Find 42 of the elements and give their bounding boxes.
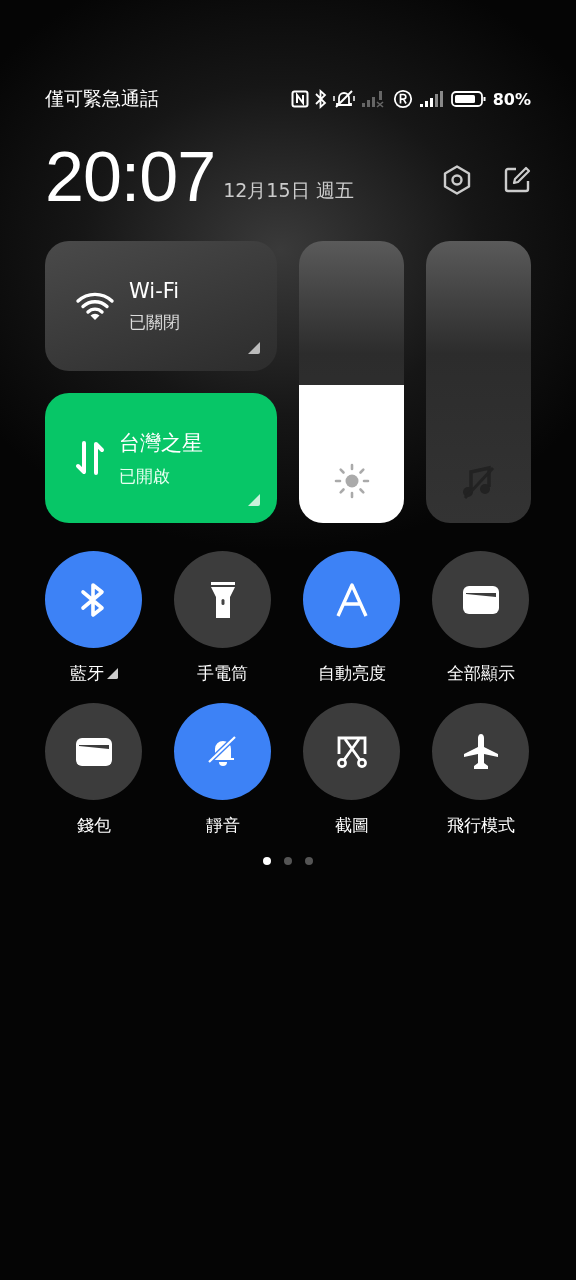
toggle-label: 自動亮度	[317, 662, 386, 685]
edit-icon[interactable]	[503, 166, 531, 194]
signal-icon	[418, 90, 445, 108]
page-dot[interactable]	[284, 857, 292, 865]
expand-corner-icon	[248, 342, 260, 354]
date-text: 12月15日 週五	[223, 178, 354, 203]
toggle-tile[interactable]: Wi-Fi 已關閉	[45, 241, 277, 371]
page-dot[interactable]	[263, 857, 271, 865]
slider-track[interactable]	[426, 241, 531, 523]
nfc-icon	[290, 90, 309, 108]
toggle-label: 手電筒	[197, 662, 248, 685]
airplane-icon	[462, 732, 499, 771]
expand-corner-icon	[248, 494, 260, 506]
toggle-label: 全部顯示	[446, 662, 515, 685]
slider-track[interactable]	[299, 241, 404, 523]
roaming-icon	[392, 89, 413, 109]
settings-icon[interactable]	[441, 164, 473, 196]
wallet-icon	[74, 736, 113, 767]
toggle-label: 藍牙	[69, 662, 104, 685]
muted-bell-icon	[332, 89, 355, 109]
tile-title: 台灣之星	[119, 429, 203, 457]
bluetooth-icon	[314, 89, 327, 109]
wallet-icon	[461, 584, 500, 615]
toggle-label: 飛行模式	[446, 814, 515, 837]
tile-status: 已開啟	[119, 464, 171, 488]
toggle-label: 靜音	[205, 814, 240, 837]
brightness-icon	[333, 463, 370, 499]
page-dot[interactable]	[305, 857, 313, 865]
carrier-text: 僅可緊急通話	[45, 86, 159, 111]
expand-corner-icon	[106, 668, 118, 679]
toggle-label: 錢包	[76, 814, 111, 837]
tile-status: 已關閉	[129, 310, 180, 334]
letter-a-icon	[335, 582, 368, 617]
flashlight-icon	[209, 580, 236, 619]
data-arrows-icon	[75, 440, 105, 476]
clock-time: 20:07	[45, 142, 216, 212]
wifi-icon	[75, 290, 115, 322]
scissors-frame-icon	[335, 734, 368, 769]
battery-icon	[450, 90, 487, 108]
toggle-label: 截圖	[334, 814, 369, 837]
battery-percent: 80%	[492, 89, 531, 109]
tile-title: Wi-Fi	[129, 278, 180, 303]
